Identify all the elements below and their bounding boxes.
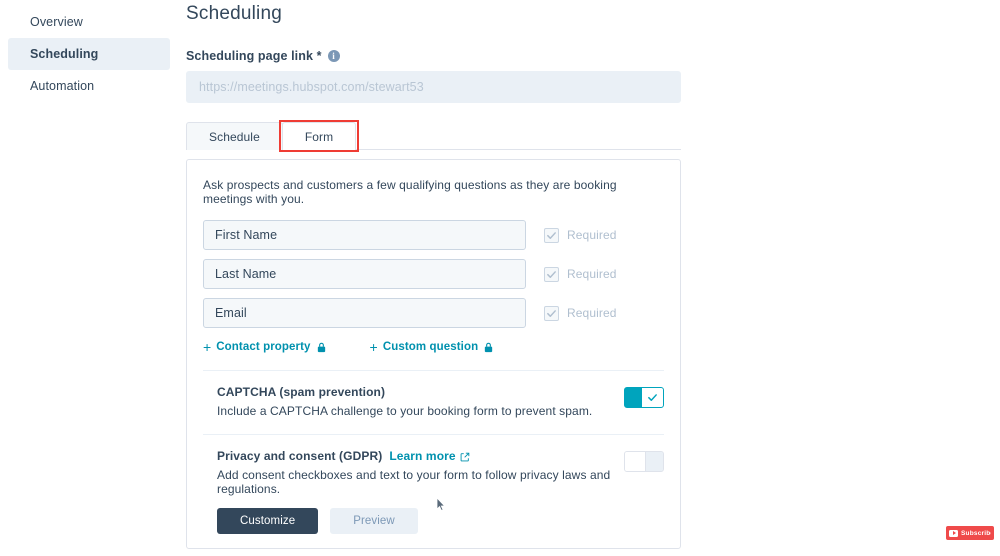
youtube-icon <box>949 529 958 537</box>
checkbox-checked-icon[interactable] <box>544 266 559 282</box>
learn-more-link[interactable]: Learn more <box>389 449 469 463</box>
add-contact-property-label: Contact property <box>216 341 311 353</box>
captcha-toggle[interactable] <box>624 387 664 408</box>
form-field-row: Email Required <box>203 298 664 328</box>
subscribe-label: Subscribe <box>961 529 991 537</box>
gdpr-buttons: Customize Preview <box>217 508 624 534</box>
app-window: Overview Scheduling Automation Schedulin… <box>0 0 1000 556</box>
tab-schedule[interactable]: Schedule <box>186 122 283 150</box>
add-links-row: + Contact property + Custom question <box>203 340 664 354</box>
mouse-cursor <box>436 496 447 512</box>
last-name-required-group[interactable]: Required <box>544 266 617 282</box>
tab-form[interactable]: Form <box>278 120 360 152</box>
last-name-field[interactable]: Last Name <box>203 259 526 289</box>
sidebar-item-label: Overview <box>30 15 83 29</box>
toggle-knob <box>625 452 646 471</box>
required-label: Required <box>567 306 617 320</box>
card-intro-text: Ask prospects and customers a few qualif… <box>203 178 617 206</box>
first-name-required-group[interactable]: Required <box>544 227 617 243</box>
toggle-track <box>646 452 663 471</box>
preview-button[interactable]: Preview <box>330 508 418 534</box>
required-label: Required <box>567 267 617 281</box>
sidebar-item-scheduling[interactable]: Scheduling <box>8 38 170 70</box>
tabs-container: Schedule Form <box>186 120 681 152</box>
scheduling-link-label-row: Scheduling page link * i <box>186 49 986 63</box>
external-link-icon <box>460 451 470 462</box>
scheduling-link-label: Scheduling page link * <box>186 49 322 63</box>
captcha-description: Include a CAPTCHA challenge to your book… <box>217 404 593 418</box>
gdpr-title-row: Privacy and consent (GDPR) Learn more <box>217 449 624 463</box>
tab-schedule-label: Schedule <box>209 129 260 144</box>
toggle-knob <box>642 388 663 407</box>
add-contact-property-button[interactable]: + Contact property <box>203 340 327 354</box>
first-name-field[interactable]: First Name <box>203 220 526 250</box>
sidebar-item-label: Automation <box>30 79 95 93</box>
form-field-row: Last Name Required <box>203 259 664 289</box>
gdpr-description: Add consent checkboxes and text to your … <box>217 468 611 496</box>
email-field[interactable]: Email <box>203 298 526 328</box>
sidebar-divider <box>178 0 179 556</box>
preview-label: Preview <box>353 515 395 527</box>
email-required-group[interactable]: Required <box>544 305 617 321</box>
form-settings-card: Ask prospects and customers a few qualif… <box>186 159 681 549</box>
page-title: Scheduling <box>186 3 283 24</box>
tab-list: Schedule Form <box>186 120 681 152</box>
info-icon[interactable]: i <box>327 50 340 62</box>
lock-icon <box>316 342 327 353</box>
add-custom-question-label: Custom question <box>382 341 479 353</box>
main-content: Scheduling Scheduling page link * i http… <box>186 0 986 556</box>
gdpr-texts: Privacy and consent (GDPR) Learn more Ad… <box>217 449 624 534</box>
required-label: Required <box>567 228 617 242</box>
captcha-section: CAPTCHA (spam prevention) Include a CAPT… <box>203 371 664 418</box>
subscribe-badge[interactable]: Subscribe <box>946 526 994 540</box>
customize-button[interactable]: Customize <box>217 508 319 534</box>
sidebar: Overview Scheduling Automation <box>0 0 178 556</box>
captcha-texts: CAPTCHA (spam prevention) Include a CAPT… <box>217 385 624 418</box>
toggle-track <box>625 388 642 407</box>
captcha-title: CAPTCHA (spam prevention) <box>217 385 386 399</box>
sidebar-item-label: Scheduling <box>30 47 99 61</box>
gdpr-title: Privacy and consent (GDPR) <box>217 449 383 463</box>
email-label: Email <box>215 306 247 320</box>
scheduling-page-link-value: https://meetings.hubspot.com/stewart53 <box>199 80 424 94</box>
form-field-row: First Name Required <box>203 220 664 250</box>
checkbox-checked-icon[interactable] <box>544 305 559 321</box>
checkbox-checked-icon[interactable] <box>544 227 559 243</box>
learn-more-label: Learn more <box>389 449 456 463</box>
plus-icon: + <box>203 339 212 355</box>
scheduling-page-link-input[interactable]: https://meetings.hubspot.com/stewart53 <box>186 71 681 103</box>
customize-label: Customize <box>240 515 296 527</box>
lock-icon <box>483 342 494 353</box>
tab-form-label: Form <box>304 129 334 144</box>
sidebar-item-automation[interactable]: Automation <box>8 70 170 102</box>
first-name-label: First Name <box>215 228 278 242</box>
add-custom-question-button[interactable]: + Custom question <box>370 340 495 354</box>
gdpr-section: Privacy and consent (GDPR) Learn more Ad… <box>203 435 664 534</box>
plus-icon: + <box>369 339 378 355</box>
sidebar-item-overview[interactable]: Overview <box>8 6 170 38</box>
last-name-label: Last Name <box>215 267 277 281</box>
gdpr-toggle[interactable] <box>624 451 664 472</box>
